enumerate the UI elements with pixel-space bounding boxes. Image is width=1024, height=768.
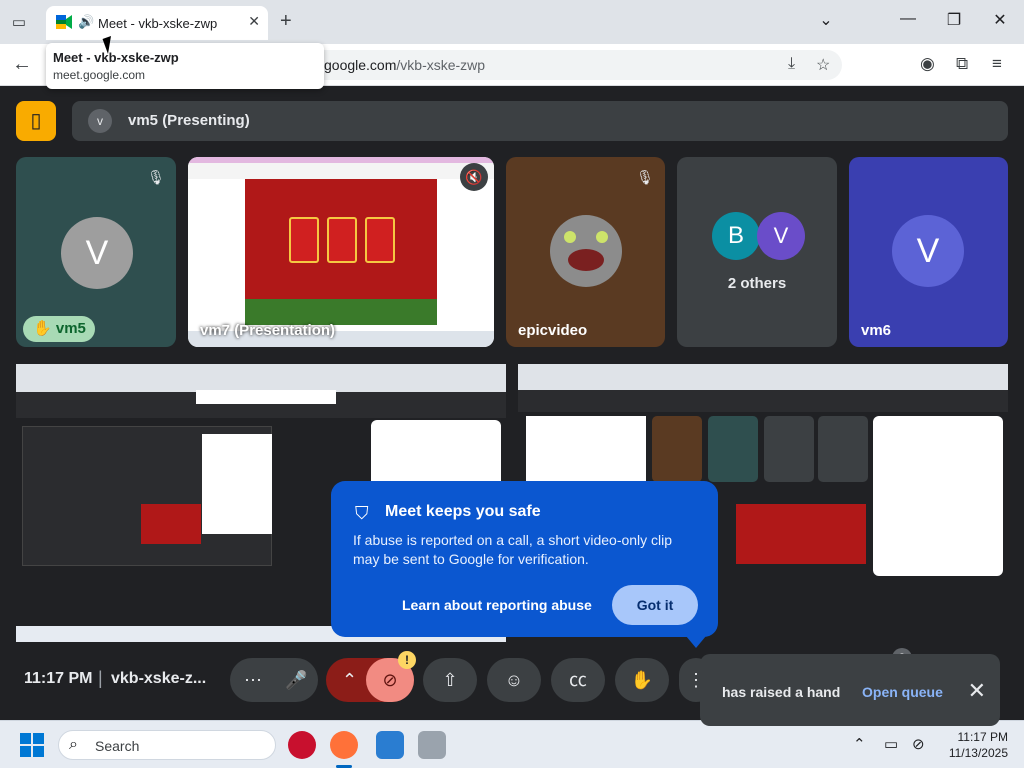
minimize-button[interactable]: — bbox=[896, 10, 920, 28]
bookmark-star-icon[interactable]: ☆ bbox=[816, 55, 830, 75]
warning-icon: ! bbox=[398, 651, 416, 669]
virtualbox-icon[interactable] bbox=[418, 731, 446, 759]
remote-desktop-icon[interactable] bbox=[376, 731, 404, 759]
chevron-up-icon[interactable]: ⌃ bbox=[342, 670, 357, 690]
new-tab-button[interactable]: + bbox=[280, 10, 292, 33]
url-path: /vkb-xske-zwp bbox=[396, 57, 486, 73]
tab-meet[interactable]: 🔊 Meet - vkb-xske-zwp ✕ bbox=[46, 6, 268, 40]
search-placeholder: Search bbox=[95, 738, 140, 754]
talking-tom-avatar bbox=[550, 215, 622, 287]
back-arrow-icon[interactable]: ← bbox=[12, 53, 32, 76]
safety-popup: ⛉ Meet keeps you safe If abuse is report… bbox=[331, 481, 718, 637]
tile-name: vm6 bbox=[861, 322, 892, 339]
taskbar-search[interactable]: ⌕ Search bbox=[58, 730, 276, 760]
raise-hand-button[interactable]: ✋ bbox=[615, 658, 669, 702]
profile-icon[interactable]: ◉ bbox=[920, 54, 935, 74]
popup-title: Meet keeps you safe bbox=[385, 503, 541, 520]
maximize-button[interactable]: ❐ bbox=[942, 10, 966, 30]
avatar: B bbox=[712, 212, 760, 260]
system-date: 11/13/2025 bbox=[948, 746, 1008, 760]
meeting-code[interactable]: vkb-xske-z... bbox=[111, 670, 206, 688]
captions-icon: ㏄ bbox=[569, 670, 587, 690]
captions-button[interactable]: ㏄ bbox=[551, 658, 605, 702]
game-screen bbox=[245, 179, 437, 325]
separator: | bbox=[98, 668, 103, 688]
popup-body: If abuse is reported on a call, a short … bbox=[353, 532, 673, 567]
tab-hover-tooltip: Meet - vkb-xske-zwp meet.google.com bbox=[46, 43, 324, 89]
participant-tile-presentation[interactable]: 🔇 vm7 (Presentation) bbox=[188, 157, 494, 347]
participant-tile-vm6[interactable]: V vm6 bbox=[849, 157, 1008, 347]
google-meet-icon bbox=[56, 15, 72, 29]
got-it-button[interactable]: Got it bbox=[612, 585, 698, 625]
tile-name: epicvideo bbox=[518, 322, 588, 339]
avatar: V bbox=[757, 212, 805, 260]
close-icon[interactable]: ✕ bbox=[968, 678, 986, 704]
raised-hand-text: has raised a hand bbox=[722, 684, 841, 700]
uk-flag-app-icon[interactable] bbox=[288, 731, 316, 759]
door-icon[interactable]: ▯ bbox=[16, 101, 56, 141]
avatar: V bbox=[61, 217, 133, 289]
present-screen-button[interactable]: ⇧ bbox=[423, 658, 477, 702]
tab-search-icon[interactable]: ▭ bbox=[8, 12, 30, 34]
others-label: 2 others bbox=[727, 275, 787, 292]
search-icon: ⌕ bbox=[69, 736, 78, 753]
menu-icon[interactable]: ≡ bbox=[992, 54, 1002, 74]
volume-off-icon: 🔇 bbox=[460, 163, 488, 191]
mic-off-icon: 🎙 bbox=[636, 169, 654, 185]
tooltip-title: Meet - vkb-xske-zwp bbox=[53, 50, 179, 65]
hand-icon: ✋ bbox=[630, 670, 654, 690]
tab-list-icon[interactable]: ⌄ bbox=[814, 10, 838, 30]
avatar: V bbox=[892, 215, 964, 287]
learn-reporting-link[interactable]: Learn about reporting abuse bbox=[402, 597, 592, 613]
microphone-icon[interactable]: 🎤 bbox=[285, 670, 307, 690]
meeting-clock: 11:17 PM bbox=[24, 670, 93, 687]
tab-close-icon[interactable]: ✕ bbox=[248, 13, 260, 30]
tab-title: Meet - vkb-xske-zwp bbox=[98, 16, 218, 31]
windows-start-icon[interactable] bbox=[20, 733, 44, 757]
tile-name: vm7 (Presentation) bbox=[200, 322, 336, 339]
participant-tile-others[interactable]: B V 2 others bbox=[677, 157, 837, 347]
presenter-avatar: v bbox=[88, 109, 112, 133]
more-options-icon[interactable]: ⋯ bbox=[244, 670, 262, 690]
present-icon: ⇧ bbox=[442, 670, 458, 690]
extensions-icon[interactable]: ⧉ bbox=[956, 54, 968, 74]
raised-hand-badge: ✋ vm5 bbox=[23, 316, 95, 342]
meet-stage: ▯ v vm5 (Presenting) V 🎙 ✋ vm5 🔇 vm7 (Pr… bbox=[0, 86, 1024, 726]
reactions-button[interactable]: ☺ bbox=[487, 658, 541, 702]
display-icon[interactable]: ▭ bbox=[884, 735, 898, 753]
emoji-icon: ☺ bbox=[504, 670, 524, 690]
tab-strip: ▭ 🔊 Meet - vkb-xske-zwp ✕ + ⌄ — ❐ ✕ bbox=[0, 0, 1024, 44]
close-window-button[interactable]: ✕ bbox=[988, 10, 1012, 30]
shield-icon: ⛉ bbox=[355, 503, 369, 523]
chevron-up-icon[interactable]: ⌃ bbox=[853, 735, 866, 753]
system-time: 11:17 PM bbox=[957, 730, 1008, 744]
url-host: google.com bbox=[324, 57, 397, 73]
os-taskbar: ⌕ Search ⌃ ▭ ⊘ 11:17 PM 11/13/2025 bbox=[0, 720, 1024, 768]
mic-off-icon: 🎙 bbox=[147, 169, 165, 185]
popup-pointer bbox=[686, 636, 706, 648]
presenting-label: vm5 (Presenting) bbox=[128, 112, 250, 129]
install-app-icon[interactable]: ⤓ bbox=[788, 55, 795, 73]
system-clock[interactable]: 11:17 PM 11/13/2025 bbox=[944, 729, 1008, 761]
firefox-icon[interactable] bbox=[330, 731, 358, 759]
presenting-bar: v vm5 (Presenting) bbox=[72, 101, 1008, 141]
tooltip-url: meet.google.com bbox=[53, 68, 146, 82]
audio-playing-icon[interactable]: 🔊 bbox=[78, 14, 94, 30]
network-off-icon[interactable]: ⊘ bbox=[912, 735, 925, 753]
mic-control-group: ⋯ 🎤 bbox=[230, 658, 318, 702]
open-queue-link[interactable]: Open queue bbox=[862, 684, 943, 700]
tile-name: vm5 bbox=[55, 320, 86, 337]
address-bar[interactable]: google.com/vkb-xske-zwp ⤓ ☆ bbox=[300, 50, 842, 80]
raised-hand-notification: has raised a hand Open queue ✕ bbox=[700, 654, 1000, 726]
participant-tile-epicvideo[interactable]: 🎙 epicvideo bbox=[506, 157, 665, 347]
